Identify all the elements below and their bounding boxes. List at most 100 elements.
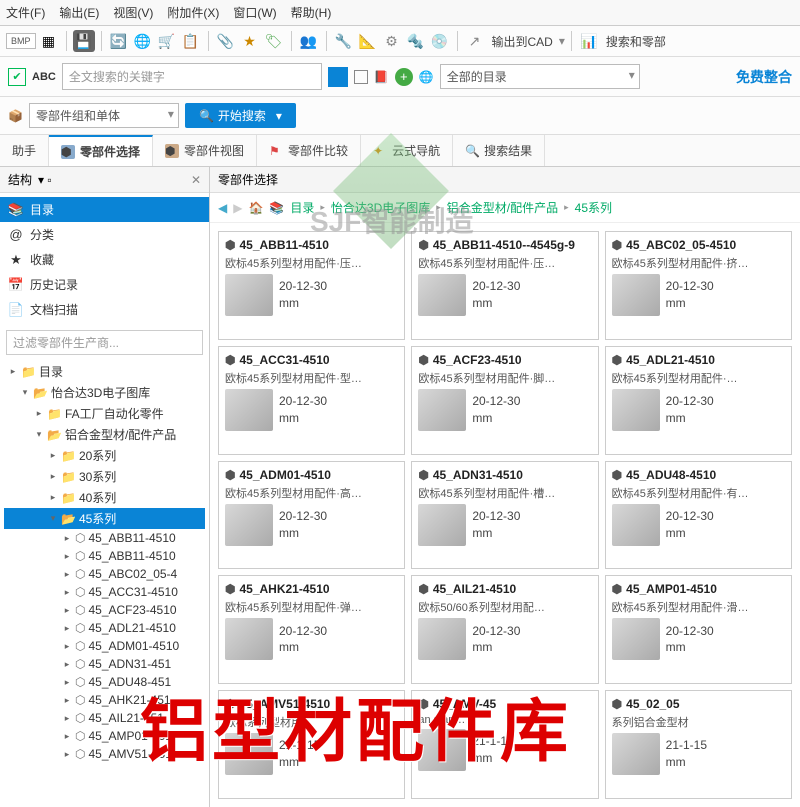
part-card[interactable]: ⬢45_02_05 系列铝合金型材 21-1-15mm xyxy=(605,690,792,799)
disk-icon[interactable]: 💾 xyxy=(73,30,95,52)
menu-file[interactable]: 文件(F) xyxy=(6,4,45,21)
start-search-button[interactable]: 🔍开始搜索▾ xyxy=(185,103,296,128)
export-icon[interactable]: ↗ xyxy=(464,30,486,52)
tree-part[interactable]: ▸⬡45_ABB11-4510 xyxy=(4,529,205,547)
search-input[interactable]: 全文搜索的关键字 xyxy=(62,63,322,90)
close-sidebar-icon[interactable]: ✕ xyxy=(191,173,201,187)
part-card[interactable]: ⬢45_ABC02_05-4510 欧标45系列型材用配件·挤… 20-12-3… xyxy=(605,231,792,340)
nav-item[interactable]: @分类 xyxy=(0,222,209,247)
tool1-icon[interactable]: 🔧 xyxy=(333,30,355,52)
tool4-icon[interactable]: 🔩 xyxy=(405,30,427,52)
part-card[interactable]: ⬢45_AHK21-4510 欧标45系列型材用配件·弹… 20-12-30mm xyxy=(218,575,405,684)
part-card[interactable]: ⬢45_AIL21-4510 欧标50/60系列型材用配… 20-12-30mm xyxy=(411,575,598,684)
crumb-root[interactable]: 目录 xyxy=(290,199,314,216)
tree-45-series[interactable]: ▾📂45系列 xyxy=(4,508,205,529)
world-icon[interactable]: 🌐 xyxy=(132,30,154,52)
tool3-icon[interactable]: ⚙ xyxy=(381,30,403,52)
tree-series[interactable]: ▸📁40系列 xyxy=(4,487,205,508)
home-icon[interactable]: 🏠 xyxy=(248,201,263,215)
nav-item[interactable]: 📚目录 xyxy=(0,197,209,222)
part-card[interactable]: ⬢45_ADU48-4510 欧标45系列型材用配件·有… 20-12-30mm xyxy=(605,461,792,570)
part-card[interactable]: ⬢45_AMP01-4510 欧标45系列型材用配件·滑… 20-12-30mm xyxy=(605,575,792,684)
nav-item[interactable]: 📅历史记录 xyxy=(0,272,209,297)
book-icon[interactable]: 📕 xyxy=(374,70,389,84)
tree-root[interactable]: ▸📁目录 xyxy=(4,361,205,382)
filter-input[interactable]: 过滤零部件生产商... xyxy=(6,330,203,355)
part-card[interactable]: ⬢45_ADL21-4510 欧标45系列型材用配件·… 20-12-30mm xyxy=(605,346,792,455)
grid-icon[interactable]: ▦ xyxy=(38,30,60,52)
tree-lib[interactable]: ▾📂怡合达3D电子图库 xyxy=(4,382,205,403)
sidebar: 结构 ▾ ▫ ✕ 📚目录@分类★收藏📅历史记录📄文档扫描 过滤零部件生产商...… xyxy=(0,167,210,807)
add-button[interactable]: + xyxy=(395,68,413,86)
tree-part[interactable]: ▸⬡45_AIL21-451 xyxy=(4,709,205,727)
nav-item[interactable]: 📄文档扫描 xyxy=(0,297,209,322)
part-card[interactable]: ⬢45_AMV51-4510 欧标系列型材用… 21-1-15mm xyxy=(218,690,405,799)
tree-part[interactable]: ▸⬡45_ADL21-4510 xyxy=(4,619,205,637)
fulltext-check[interactable]: ✔ xyxy=(8,68,26,86)
crumb-45[interactable]: 45系列 xyxy=(575,199,612,216)
tree-series[interactable]: ▸📁20系列 xyxy=(4,445,205,466)
part-card[interactable]: ⬢45_ACF23-4510 欧标45系列型材用配件·脚… 20-12-30mm xyxy=(411,346,598,455)
part-card[interactable]: ⬢45_ABB11-4510--4545g-9 欧标45系列型材用配件·压… 2… xyxy=(411,231,598,340)
part-thumbnail xyxy=(418,274,466,316)
tree-part[interactable]: ▸⬡45_AMV51-451 xyxy=(4,745,205,763)
tree-part[interactable]: ▸⬡45_ACF23-4510 xyxy=(4,601,205,619)
part-thumbnail xyxy=(612,618,660,660)
part-card[interactable]: ⬢45_ACC31-4510 欧标45系列型材用配件·型… 20-12-30mm xyxy=(218,346,405,455)
menu-addons[interactable]: 附加件(X) xyxy=(167,4,219,21)
menu-window[interactable]: 窗口(W) xyxy=(233,4,276,21)
tree-series[interactable]: ▸📁30系列 xyxy=(4,466,205,487)
users-icon[interactable]: 👥 xyxy=(298,30,320,52)
tree-part[interactable]: ▸⬡45_ABC02_05-4 xyxy=(4,565,205,583)
part-thumbnail xyxy=(418,389,466,431)
tab-parts-view[interactable]: ⬢零部件视图 xyxy=(153,135,257,166)
free-integrate-link[interactable]: 免费整合 xyxy=(736,67,792,87)
tree-fa[interactable]: ▸📁FA工厂自动化零件 xyxy=(4,403,205,424)
checkbox-2[interactable] xyxy=(354,70,368,84)
tree-part[interactable]: ▸⬡45_ADU48-451 xyxy=(4,673,205,691)
back-icon[interactable]: ◀ xyxy=(218,201,227,215)
export-cad-button[interactable]: 输出到CAD xyxy=(492,33,553,50)
tree-part[interactable]: ▸⬡45_AMP01-451 xyxy=(4,727,205,745)
tag-icon[interactable]: 🏷 xyxy=(263,30,285,52)
list-icon[interactable]: 📋 xyxy=(180,30,202,52)
part-card[interactable]: ⬢45_ADM01-4510 欧标45系列型材用配件·高… 20-12-30mm xyxy=(218,461,405,570)
part-card[interactable]: ⬢45_ABB11-4510 欧标45系列型材用配件·压… 20-12-30mm xyxy=(218,231,405,340)
tab-parts-select[interactable]: ⬢零部件选择 xyxy=(49,135,153,166)
tree-part[interactable]: ▸⬡45_AHK21-451 xyxy=(4,691,205,709)
crumb-al[interactable]: 铝合金型材/配件产品 xyxy=(447,199,558,216)
tool5-icon[interactable]: 💿 xyxy=(429,30,451,52)
bmp-button[interactable]: BMP xyxy=(6,33,36,49)
tab-compare[interactable]: ⚑零部件比较 xyxy=(257,135,361,166)
part-thumbnail xyxy=(418,504,466,546)
tree-part[interactable]: ▸⬡45_ABB11-4510 xyxy=(4,547,205,565)
tabbar: 助手 ⬢零部件选择 ⬢零部件视图 ⚑零部件比较 ✦云式导航 🔍搜索结果 xyxy=(0,135,800,167)
clip-icon[interactable]: 📎 xyxy=(215,30,237,52)
menu-view[interactable]: 视图(V) xyxy=(113,4,153,21)
fwd-icon[interactable]: ▶ xyxy=(233,201,242,215)
crumb-lib[interactable]: 怡合达3D电子图库 xyxy=(331,199,430,216)
chart-icon[interactable]: 📊 xyxy=(578,30,600,52)
pin-icon[interactable]: ▾ ▫ xyxy=(38,173,52,187)
tree-part[interactable]: ▸⬡45_ADM01-4510 xyxy=(4,637,205,655)
star-icon[interactable]: ★ xyxy=(239,30,261,52)
tab-cloud-nav[interactable]: ✦云式导航 xyxy=(361,135,453,166)
tab-helper[interactable]: 助手 xyxy=(0,135,49,166)
tree-part[interactable]: ▸⬡45_ADN31-451 xyxy=(4,655,205,673)
tab-results[interactable]: 🔍搜索结果 xyxy=(453,135,545,166)
search-dropdown-icon[interactable] xyxy=(328,67,348,87)
nav-item[interactable]: ★收藏 xyxy=(0,247,209,272)
part-card[interactable]: ⬢45_AMV-45 an stan… 21-1-15mm xyxy=(411,690,598,799)
menu-output[interactable]: 输出(E) xyxy=(59,4,99,21)
search-parts-button[interactable]: 搜索和零部 xyxy=(606,33,666,50)
scope-dropdown[interactable]: 零部件组和单体 xyxy=(29,103,179,128)
tool2-icon[interactable]: 📐 xyxy=(357,30,379,52)
part-card[interactable]: ⬢45_ADN31-4510 欧标45系列型材用配件·槽… 20-12-30mm xyxy=(411,461,598,570)
cart-icon[interactable]: 🛒 xyxy=(156,30,178,52)
tree-part[interactable]: ▸⬡45_ACC31-4510 xyxy=(4,583,205,601)
menu-help[interactable]: 帮助(H) xyxy=(291,4,332,21)
refresh-icon[interactable]: 🔄 xyxy=(108,30,130,52)
tree: ▸📁目录 ▾📂怡合达3D电子图库 ▸📁FA工厂自动化零件 ▾📂铝合金型材/配件产… xyxy=(0,359,209,807)
catalog-dropdown[interactable]: 全部的目录 xyxy=(440,64,640,89)
tree-aluminum[interactable]: ▾📂铝合金型材/配件产品 xyxy=(4,424,205,445)
